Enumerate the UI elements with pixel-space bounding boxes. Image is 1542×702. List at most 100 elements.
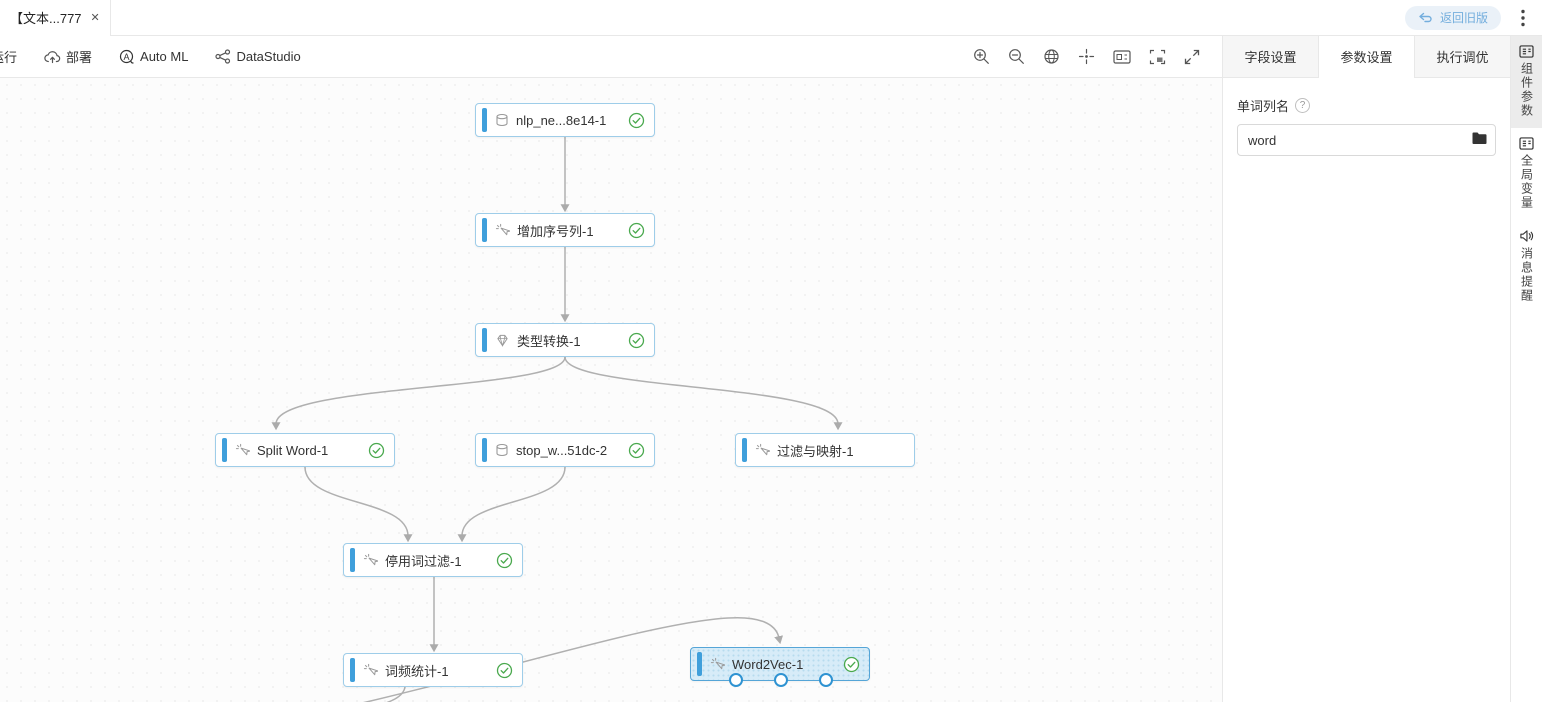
node-label: 类型转换-1 [517, 333, 581, 349]
kebab-icon [1521, 9, 1525, 26]
cloud-deploy-icon [44, 50, 61, 63]
return-arrow-icon [1419, 12, 1432, 22]
word-column-label: 单词列名 [1237, 99, 1290, 114]
node-accent-bar [482, 328, 487, 352]
workflow-canvas[interactable]: nlp_ne...8e14-1 增加序号列-1 类型转换-1 Split Wor… [0, 78, 1222, 702]
fullscreen-button[interactable] [1184, 49, 1200, 65]
datastudio-label: DataStudio [236, 49, 301, 64]
minimap-button[interactable] [1113, 49, 1131, 64]
node-accent-bar [482, 218, 487, 242]
diamond-icon [495, 334, 510, 347]
zoom-in-icon [974, 49, 989, 64]
dataset-icon [495, 443, 509, 457]
tab-field-settings-label: 字段设置 [1244, 50, 1297, 65]
success-status-icon [628, 112, 645, 129]
speaker-icon [1520, 230, 1534, 242]
node-accent-bar [350, 548, 355, 572]
success-status-icon [843, 656, 860, 673]
tab-exec-tuning[interactable]: 执行调优 [1414, 36, 1510, 78]
rail-label: 全局变量 [1519, 154, 1534, 210]
top-bar: 【文本...777 ✕ 返回旧版 [0, 0, 1542, 36]
back-to-old-version-button[interactable]: 返回旧版 [1404, 5, 1501, 30]
node-accent-bar [482, 108, 487, 132]
globe-icon [1044, 49, 1059, 64]
svg-text:A: A [124, 51, 130, 61]
rail-label: 消息提醒 [1519, 247, 1534, 303]
node-label: 停用词过滤-1 [385, 553, 462, 569]
node-label: Word2Vec-1 [732, 656, 804, 672]
node-split-word[interactable]: Split Word-1 [215, 433, 395, 467]
close-icon[interactable]: ✕ [91, 11, 100, 24]
dataset-icon [495, 113, 509, 127]
node-label: Split Word-1 [257, 442, 329, 458]
tab-field-settings[interactable]: 字段设置 [1223, 36, 1319, 78]
node-type-convert[interactable]: 类型转换-1 [475, 323, 655, 357]
node-label: 过滤与映射-1 [777, 443, 854, 459]
deploy-label: 部署 [66, 50, 93, 65]
node-accent-bar [697, 652, 702, 676]
panel-icon [1519, 45, 1534, 58]
run-label: 运行 [0, 50, 18, 65]
center-view-button[interactable] [1078, 48, 1095, 65]
node-word-frequency[interactable]: 词频统计-1 [343, 653, 523, 687]
node-accent-bar [482, 438, 487, 462]
node-word2vec[interactable]: Word2Vec-1 [690, 647, 870, 687]
run-button[interactable]: 运行 [0, 47, 17, 66]
success-status-icon [628, 222, 645, 239]
script-component-icon [710, 657, 725, 672]
help-icon[interactable]: ? [1295, 98, 1311, 113]
success-status-icon [496, 552, 513, 569]
experiment-tab-title: 【文本...777 [10, 11, 82, 26]
fit-view-button[interactable] [1043, 48, 1060, 65]
node-accent-bar [742, 438, 747, 462]
node-add-serial-column[interactable]: 增加序号列-1 [475, 213, 655, 247]
output-port[interactable] [774, 673, 788, 687]
output-port[interactable] [729, 673, 743, 687]
success-status-icon [628, 332, 645, 349]
word-column-input[interactable] [1237, 124, 1496, 156]
script-component-icon [235, 443, 250, 458]
more-menu-button[interactable] [1514, 7, 1532, 29]
node-stopwords-dataset[interactable]: stop_w...51dc-2 [475, 433, 655, 467]
right-tool-rail: 组件参数 全局变量 消息提醒 [1510, 36, 1542, 702]
script-component-icon [363, 553, 378, 568]
automl-icon: A [119, 49, 134, 64]
node-label: nlp_ne...8e14-1 [516, 112, 607, 128]
zoom-out-button[interactable] [1008, 48, 1025, 65]
center-view-icon [1078, 48, 1095, 65]
success-status-icon [368, 442, 385, 459]
workflow-edges [271, 136, 843, 702]
folder-picker-icon[interactable] [1472, 132, 1487, 145]
experiment-tab[interactable]: 【文本...777 ✕ [0, 0, 111, 36]
node-stopword-filter[interactable]: 停用词过滤-1 [343, 543, 523, 577]
settings-panel: 字段设置 参数设置 执行调优 单词列名 ? [1222, 36, 1510, 702]
frame-select-button[interactable] [1149, 49, 1166, 65]
node-label: 增加序号列-1 [517, 223, 594, 239]
share-nodes-icon [215, 49, 231, 64]
rail-item-component-params[interactable]: 组件参数 [1511, 36, 1542, 128]
output-port[interactable] [819, 673, 833, 687]
rail-item-message-alert[interactable]: 消息提醒 [1511, 220, 1542, 313]
success-status-icon [496, 662, 513, 679]
settings-tabs: 字段设置 参数设置 执行调优 [1223, 36, 1510, 78]
automl-button[interactable]: A Auto ML [119, 49, 188, 65]
zoom-out-icon [1009, 49, 1024, 64]
tab-param-settings[interactable]: 参数设置 [1319, 36, 1414, 78]
rail-item-global-vars[interactable]: 全局变量 [1511, 128, 1542, 220]
node-accent-bar [350, 658, 355, 682]
script-component-icon [495, 223, 510, 238]
node-label: stop_w...51dc-2 [516, 442, 608, 458]
zoom-in-button[interactable] [973, 48, 990, 65]
script-component-icon [363, 663, 378, 678]
node-nlp-dataset[interactable]: nlp_ne...8e14-1 [475, 103, 655, 137]
success-status-icon [628, 442, 645, 459]
deploy-button[interactable]: 部署 [44, 47, 92, 66]
node-filter-map[interactable]: 过滤与映射-1 [735, 433, 915, 467]
datastudio-button[interactable]: DataStudio [215, 49, 301, 64]
rail-label: 组件参数 [1519, 62, 1534, 118]
panel-icon [1519, 137, 1534, 150]
node-accent-bar [222, 438, 227, 462]
back-button-label: 返回旧版 [1439, 11, 1488, 25]
frame-select-icon [1149, 49, 1166, 64]
canvas-toolbar: 运行 部署 A Auto ML [0, 36, 1222, 78]
